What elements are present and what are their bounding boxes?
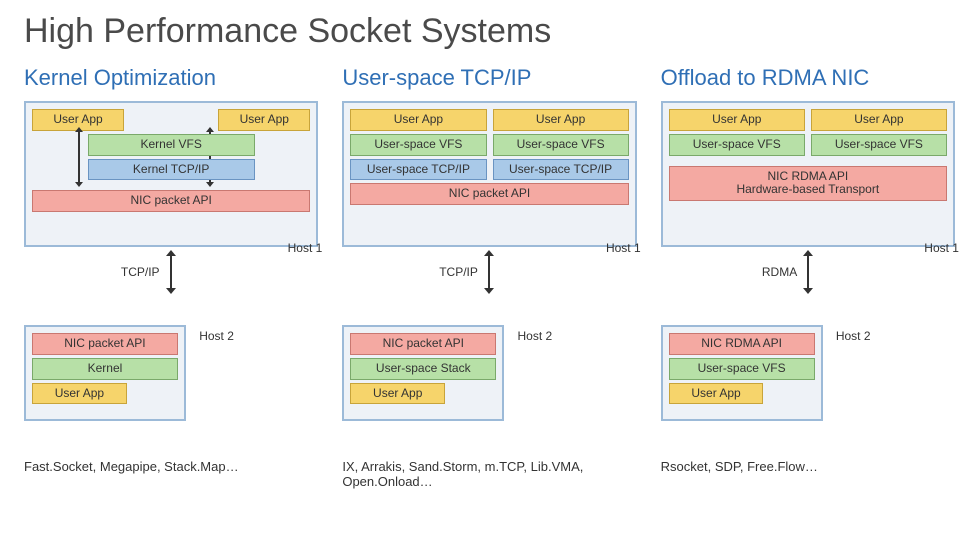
examples-text: Rsocket, SDP, Free.Flow… <box>661 459 955 474</box>
user-app-box: User App <box>32 383 127 405</box>
host-label: Host 1 <box>606 241 641 255</box>
kernel-tcpip-box: Kernel TCP/IP <box>88 159 255 181</box>
host-label: Host 2 <box>518 329 553 343</box>
arrow-icon <box>170 255 172 289</box>
col-userspace-tcpip: User-space TCP/IP User App User App User… <box>342 65 636 489</box>
nic-packet-api-box: NIC packet API <box>32 333 178 355</box>
nic-rdma-box: NIC RDMA API Hardware-based Transport <box>669 166 947 202</box>
user-app-box: User App <box>350 383 445 405</box>
col-rdma-offload: Offload to RDMA NIC User App User App Us… <box>661 65 955 489</box>
userspace-tcpip-box: User-space TCP/IP <box>493 159 629 181</box>
host-label: Host 1 <box>288 241 323 255</box>
userspace-vfs-box: User-space VFS <box>493 134 629 156</box>
nic-packet-api-box: NIC packet API <box>350 183 628 205</box>
host-label: Host 2 <box>836 329 871 343</box>
kernel-box: Kernel <box>32 358 178 380</box>
page-title: High Performance Socket Systems <box>24 12 955 51</box>
user-app-box: User App <box>493 109 629 131</box>
host1-box: User App User App User-space VFS User-sp… <box>342 101 636 247</box>
columns-wrap: Kernel Optimization User App User App Ke… <box>24 65 955 489</box>
col-kernel-opt: Kernel Optimization User App User App Ke… <box>24 65 318 489</box>
nic-rdma-api-box: NIC RDMA API <box>669 333 815 355</box>
host2-box: Host 2 NIC RDMA API User-space VFS User … <box>661 325 823 421</box>
userspace-vfs-box: User-space VFS <box>669 358 815 380</box>
col-heading: Kernel Optimization <box>24 65 318 91</box>
network-link: TCP/IP Host 1 <box>342 255 636 289</box>
host-label: Host 1 <box>924 241 959 255</box>
user-app-box: User App <box>218 109 310 131</box>
host2-box: Host 2 NIC packet API Kernel User App <box>24 325 186 421</box>
arrow-icon <box>807 255 809 289</box>
user-app-box: User App <box>669 109 805 131</box>
host1-box: User App User App Kernel VFS Kernel TCP/… <box>24 101 318 247</box>
host2-box: Host 2 NIC packet API User-space Stack U… <box>342 325 504 421</box>
nic-rdma-api-line: NIC RDMA API <box>674 170 942 184</box>
arrow-icon <box>488 255 490 289</box>
nic-packet-api-box: NIC packet API <box>350 333 496 355</box>
link-label: TCP/IP <box>121 265 160 279</box>
link-label: TCP/IP <box>439 265 478 279</box>
network-link: RDMA Host 1 <box>661 255 955 289</box>
userspace-tcpip-box: User-space TCP/IP <box>350 159 486 181</box>
user-app-box: User App <box>811 109 947 131</box>
link-label: RDMA <box>762 265 797 279</box>
examples-text: Fast.Socket, Megapipe, Stack.Map… <box>24 459 318 474</box>
userspace-vfs-box: User-space VFS <box>350 134 486 156</box>
col-heading: Offload to RDMA NIC <box>661 65 955 91</box>
kernel-vfs-box: Kernel VFS <box>88 134 255 156</box>
userspace-vfs-box: User-space VFS <box>811 134 947 156</box>
user-app-box: User App <box>669 383 764 405</box>
userspace-stack-box: User-space Stack <box>350 358 496 380</box>
host1-box: User App User App User-space VFS User-sp… <box>661 101 955 247</box>
examples-text: IX, Arrakis, Sand.Storm, m.TCP, Lib.VMA,… <box>342 459 636 489</box>
host-label: Host 2 <box>199 329 234 343</box>
hardware-transport-line: Hardware-based Transport <box>674 183 942 197</box>
col-heading: User-space TCP/IP <box>342 65 636 91</box>
userspace-vfs-box: User-space VFS <box>669 134 805 156</box>
nic-packet-api-box: NIC packet API <box>32 190 310 212</box>
network-link: TCP/IP Host 1 <box>24 255 318 289</box>
user-app-box: User App <box>350 109 486 131</box>
